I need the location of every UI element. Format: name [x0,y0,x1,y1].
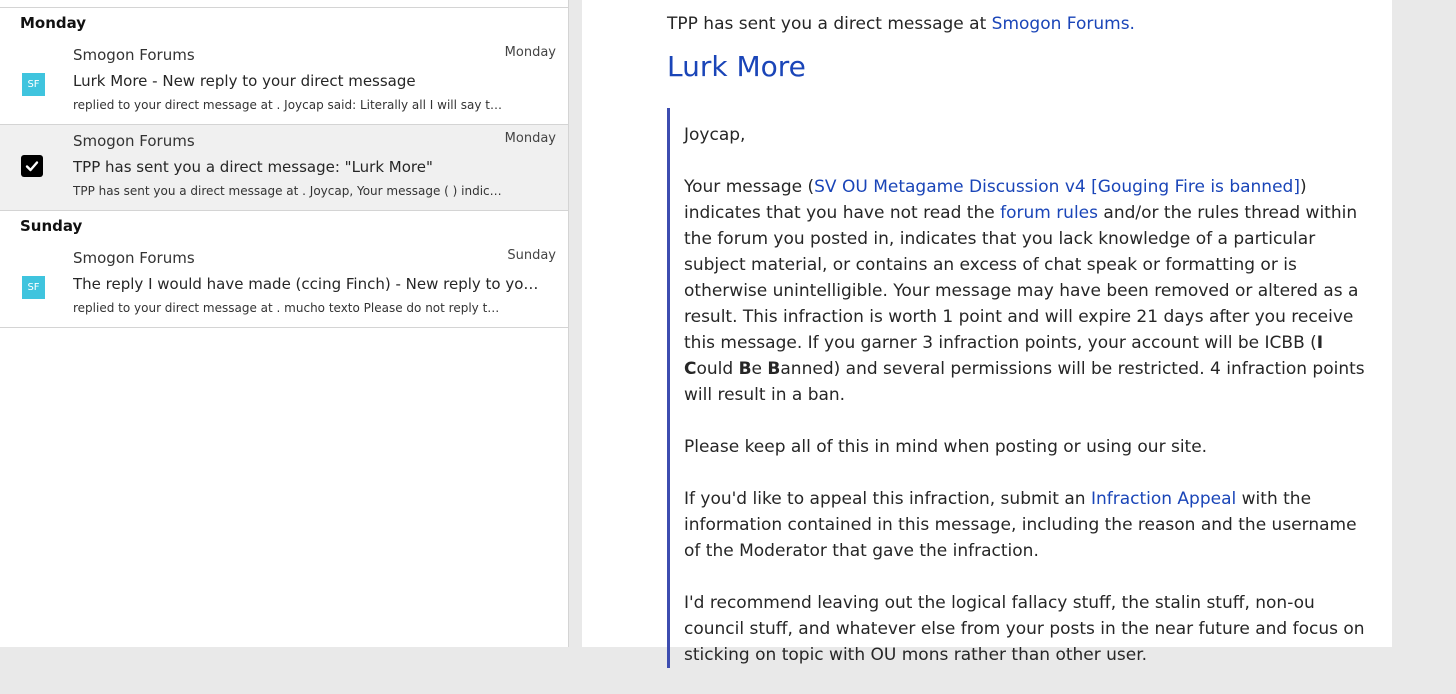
reading-pane: TPP has sent you a direct message at Smo… [582,0,1392,668]
message-sender: Smogon Forums [73,46,195,64]
paragraph-recommendation: I'd recommend leaving out the logical fa… [684,593,1365,665]
paragraph-appeal: If you'd like to appeal this infraction,… [684,486,1374,564]
icbb-letter: I [1316,333,1324,353]
divider [0,7,569,8]
group-header-monday: Monday [20,14,87,32]
message-subject: Lurk More - New reply to your direct mes… [73,72,416,90]
thread-link[interactable]: SV OU Metagame Discussion v4 [Gouging Fi… [814,177,1300,197]
message-date: Monday [504,45,556,60]
message-quote: Joycap, Your message (SV OU Metagame Dis… [667,108,1367,668]
text: Your message ( [684,177,815,197]
intro-text: TPP has sent you a direct message at [667,14,992,34]
message-date: Sunday [507,248,556,263]
paragraph-infraction: Your message (SV OU Metagame Discussion … [684,174,1374,408]
message-preview: replied to your direct message at . Joyc… [73,98,505,112]
message-list-pane: Monday Smogon Forums Monday SF Lurk More… [0,0,569,647]
forum-rules-link[interactable]: forum rules [1000,203,1098,223]
text: and/or the rules thread within the forum… [684,203,1359,353]
message-preview: TPP has sent you a direct message at . J… [73,184,505,198]
greeting: Joycap, [684,125,746,145]
message-preview: replied to your direct message at . much… [73,301,505,315]
sf-avatar-icon: SF [22,73,45,96]
text: anned [780,359,834,379]
text: If you'd like to appeal this infraction,… [684,489,1091,509]
icbb-letter: B [738,359,752,379]
list-item[interactable]: Smogon Forums Sunday SF The reply I woul… [0,242,568,328]
group-header-sunday: Sunday [20,217,83,235]
icbb-letter: B [767,359,781,379]
message-sender: Smogon Forums [73,249,195,267]
icbb-letter: C [684,359,697,379]
message-title: Lurk More [667,50,806,83]
infraction-appeal-link[interactable]: Infraction Appeal [1091,489,1236,509]
message-intro: TPP has sent you a direct message at Smo… [667,14,1135,34]
text: e [751,359,768,379]
message-sender: Smogon Forums [73,132,195,150]
text: ould [696,359,739,379]
sf-avatar-icon: SF [22,276,45,299]
smogon-forums-link[interactable]: Smogon Forums. [992,14,1135,34]
list-item-selected[interactable]: Smogon Forums Monday TPP has sent you a … [0,125,568,211]
message-body: Joycap, Your message (SV OU Metagame Dis… [684,122,1374,694]
paragraph-reminder: Please keep all of this in mind when pos… [684,437,1208,457]
list-item[interactable]: Smogon Forums Monday SF Lurk More - New … [0,39,568,125]
message-subject: TPP has sent you a direct message: "Lurk… [73,158,433,176]
message-subject: The reply I would have made (ccing Finch… [73,275,543,293]
checkbox-checked-icon[interactable] [21,155,43,177]
message-date: Monday [504,131,556,146]
